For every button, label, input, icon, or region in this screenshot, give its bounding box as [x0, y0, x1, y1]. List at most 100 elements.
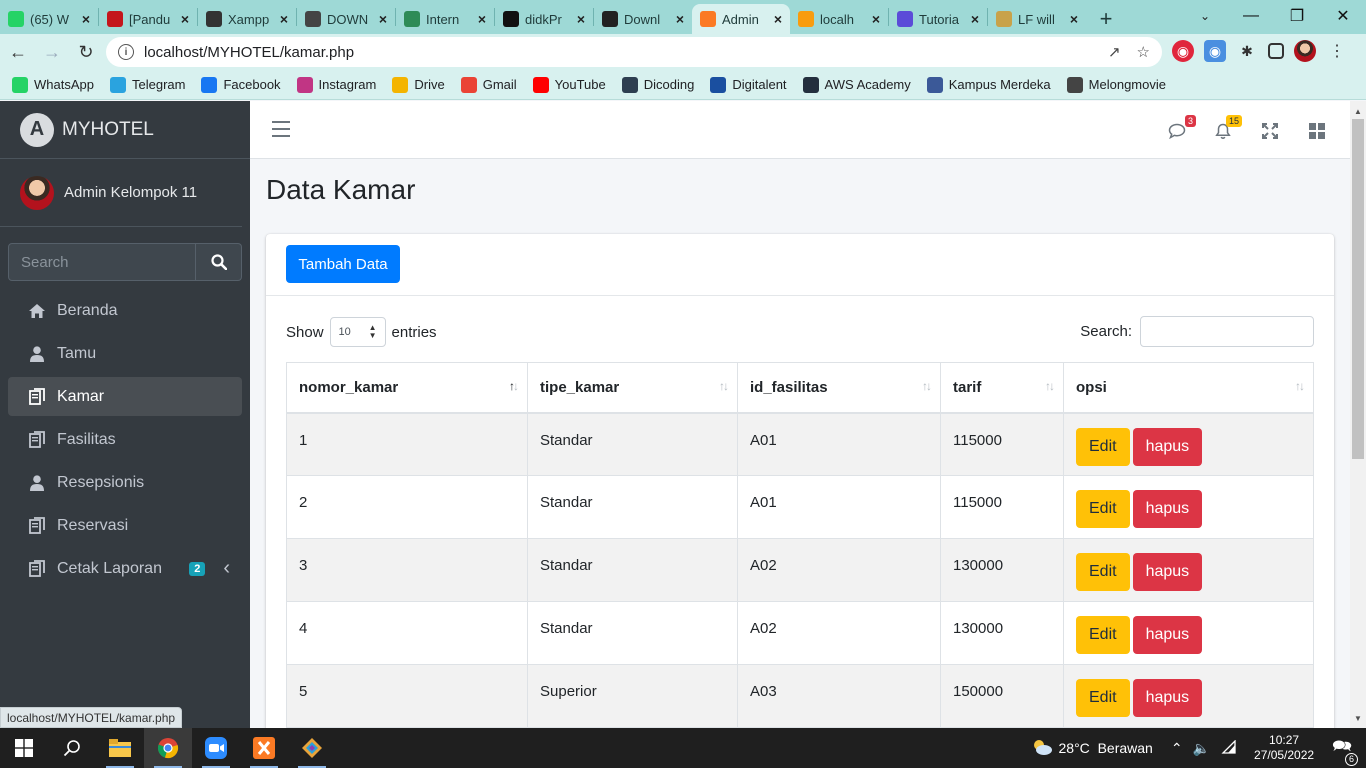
side-panel-icon[interactable] [1268, 43, 1284, 59]
tab-close-icon[interactable]: × [676, 11, 684, 27]
sidebar-item-fasilitas[interactable]: Fasilitas [8, 420, 242, 459]
scroll-down-arrow-icon[interactable]: ▼ [1350, 710, 1366, 726]
address-bar[interactable]: i localhost/MYHOTEL/kamar.php ↗ ☆ [106, 37, 1162, 67]
tab-close-icon[interactable]: × [478, 11, 486, 27]
tab-close-icon[interactable]: × [971, 11, 979, 27]
profile-avatar[interactable] [1294, 40, 1316, 62]
entries-select[interactable]: 10 ▲ ▼ [329, 317, 386, 347]
user-name[interactable]: Admin Kelompok 11 [64, 184, 197, 201]
tab-close-icon[interactable]: × [872, 11, 880, 27]
column-header-tipe-kamar[interactable]: tipe_kamar ↑↓ [527, 362, 738, 414]
tab-close-icon[interactable]: × [280, 11, 288, 27]
bookmark-item[interactable]: YouTube [532, 76, 606, 93]
delete-button[interactable]: hapus [1132, 427, 1203, 466]
sidebar-item-beranda[interactable]: Beranda [8, 291, 242, 330]
site-info-icon[interactable]: i [118, 44, 134, 60]
puzzle-extensions-icon[interactable]: ✱ [1236, 40, 1258, 62]
taskbar-search-icon[interactable] [48, 728, 96, 768]
browser-tab[interactable]: DOWN × [297, 4, 395, 34]
browser-menu-icon[interactable]: ⋮ [1326, 40, 1348, 62]
edit-button[interactable]: Edit [1076, 679, 1130, 717]
scrollbar-thumb[interactable] [1352, 119, 1364, 459]
sidebar-item-tamu[interactable]: Tamu [8, 334, 242, 373]
browser-tab[interactable]: Tutoria × [889, 4, 987, 34]
tab-close-icon[interactable]: × [577, 11, 585, 27]
search-icon[interactable] [196, 243, 242, 281]
bookmark-item[interactable]: WhatsApp [12, 76, 94, 93]
notification-center-icon[interactable]: 🗪 6 [1332, 735, 1358, 766]
browser-tab[interactable]: [Pandu × [99, 4, 197, 34]
tab-close-icon[interactable]: × [774, 11, 782, 27]
new-tab-plus-icon[interactable]: + [1086, 4, 1126, 34]
sidebar-item-resepsionis[interactable]: Resepsionis [8, 463, 242, 502]
column-header-id-fasilitas[interactable]: id_fasilitas ↑↓ [737, 362, 941, 414]
delete-button[interactable]: hapus [1132, 490, 1203, 528]
control-sidebar-grid-icon[interactable] [1306, 121, 1328, 141]
bookmark-item[interactable]: Dicoding [621, 76, 694, 93]
back-arrow-icon[interactable]: ← [2, 36, 34, 68]
scroll-up-arrow-icon[interactable]: ▲ [1350, 103, 1366, 119]
edit-button[interactable]: Edit [1076, 616, 1130, 654]
sidebar-item-reservasi[interactable]: Reservasi [8, 506, 242, 545]
sidebar-search-input[interactable]: Search [8, 243, 196, 281]
table-search-input[interactable] [1140, 316, 1314, 347]
bookmark-item[interactable]: Melongmovie [1066, 76, 1166, 93]
app-taskbar-icon[interactable] [288, 728, 336, 768]
address-url[interactable]: localhost/MYHOTEL/kamar.php [144, 44, 1092, 61]
bookmark-item[interactable]: Digitalent [710, 76, 787, 93]
show-hidden-icons-chevron-icon[interactable]: ⌃ [1171, 740, 1183, 757]
zoom-taskbar-icon[interactable] [192, 728, 240, 768]
user-panel[interactable]: Admin Kelompok 11 [0, 159, 242, 227]
extension-red-icon[interactable]: ◉ [1172, 40, 1194, 62]
browser-tab[interactable]: Xampp × [198, 4, 296, 34]
delete-button[interactable]: hapus [1132, 616, 1203, 654]
share-icon[interactable]: ↗ [1108, 43, 1121, 61]
sidebar-item-cetak-laporan[interactable]: Cetak Laporan 2 ‹ [8, 549, 242, 588]
edit-button[interactable]: Edit [1076, 553, 1130, 591]
browser-tab[interactable]: Intern × [396, 4, 494, 34]
delete-button[interactable]: hapus [1132, 553, 1203, 591]
bookmark-item[interactable]: Gmail [460, 76, 517, 93]
brand-link[interactable]: A MYHOTEL [0, 101, 250, 159]
column-header-nomor-kamar[interactable]: nomor_kamar ↑↓ [286, 362, 528, 414]
minimize-button[interactable]: — [1228, 0, 1274, 32]
weather-cloud-icon[interactable] [1031, 739, 1053, 758]
browser-tab[interactable]: didkPr × [495, 4, 593, 34]
reload-icon[interactable]: ↻ [70, 36, 102, 68]
messages-icon[interactable]: 3 [1166, 115, 1196, 141]
windows-start-icon[interactable] [0, 728, 48, 768]
column-header-opsi[interactable]: opsi ↑↓ [1063, 362, 1314, 414]
page-scrollbar[interactable]: ▲ ▼ [1350, 101, 1366, 728]
browser-tab[interactable]: LF will × [988, 4, 1086, 34]
browser-tab[interactable]: Downl × [594, 4, 692, 34]
xampp-taskbar-icon[interactable] [240, 728, 288, 768]
add-data-button[interactable]: Tambah Data [286, 245, 400, 283]
tab-search-chevron-icon[interactable]: ⌄ [1192, 4, 1218, 28]
restore-button[interactable]: ❐ [1274, 0, 1320, 32]
edit-button[interactable]: Edit [1076, 490, 1130, 528]
bookmark-item[interactable]: Drive [392, 76, 445, 93]
weather-text[interactable]: 28°C Berawan [1059, 740, 1153, 756]
tab-close-icon[interactable]: × [181, 11, 189, 27]
delete-button[interactable]: hapus [1132, 679, 1203, 717]
bookmark-item[interactable]: AWS Academy [802, 76, 911, 93]
sidebar-item-kamar[interactable]: Kamar [8, 377, 242, 416]
browser-tab[interactable]: (65) W × [0, 4, 98, 34]
extension-camera-icon[interactable]: ◉ [1204, 40, 1226, 62]
volume-icon[interactable]: 🔈 [1193, 740, 1210, 757]
clock[interactable]: 10:27 27/05/2022 [1254, 733, 1314, 763]
tab-close-icon[interactable]: × [82, 11, 90, 27]
browser-tab[interactable]: localh × [790, 4, 888, 34]
tab-close-icon[interactable]: × [1070, 11, 1078, 27]
bookmark-item[interactable]: Instagram [296, 76, 376, 93]
bookmark-item[interactable]: Facebook [201, 76, 281, 93]
tab-close-icon[interactable]: × [379, 11, 387, 27]
fullscreen-expand-icon[interactable] [1259, 121, 1281, 141]
chrome-taskbar-icon[interactable] [144, 728, 192, 768]
column-header-tarif[interactable]: tarif ↑↓ [940, 362, 1064, 414]
file-explorer-icon[interactable] [96, 728, 144, 768]
forward-arrow-icon[interactable]: → [36, 36, 68, 68]
bell-icon[interactable]: 15 [1212, 115, 1242, 141]
browser-tab[interactable]: Admin × [692, 4, 790, 34]
bookmark-item[interactable]: Kampus Merdeka [926, 76, 1051, 93]
